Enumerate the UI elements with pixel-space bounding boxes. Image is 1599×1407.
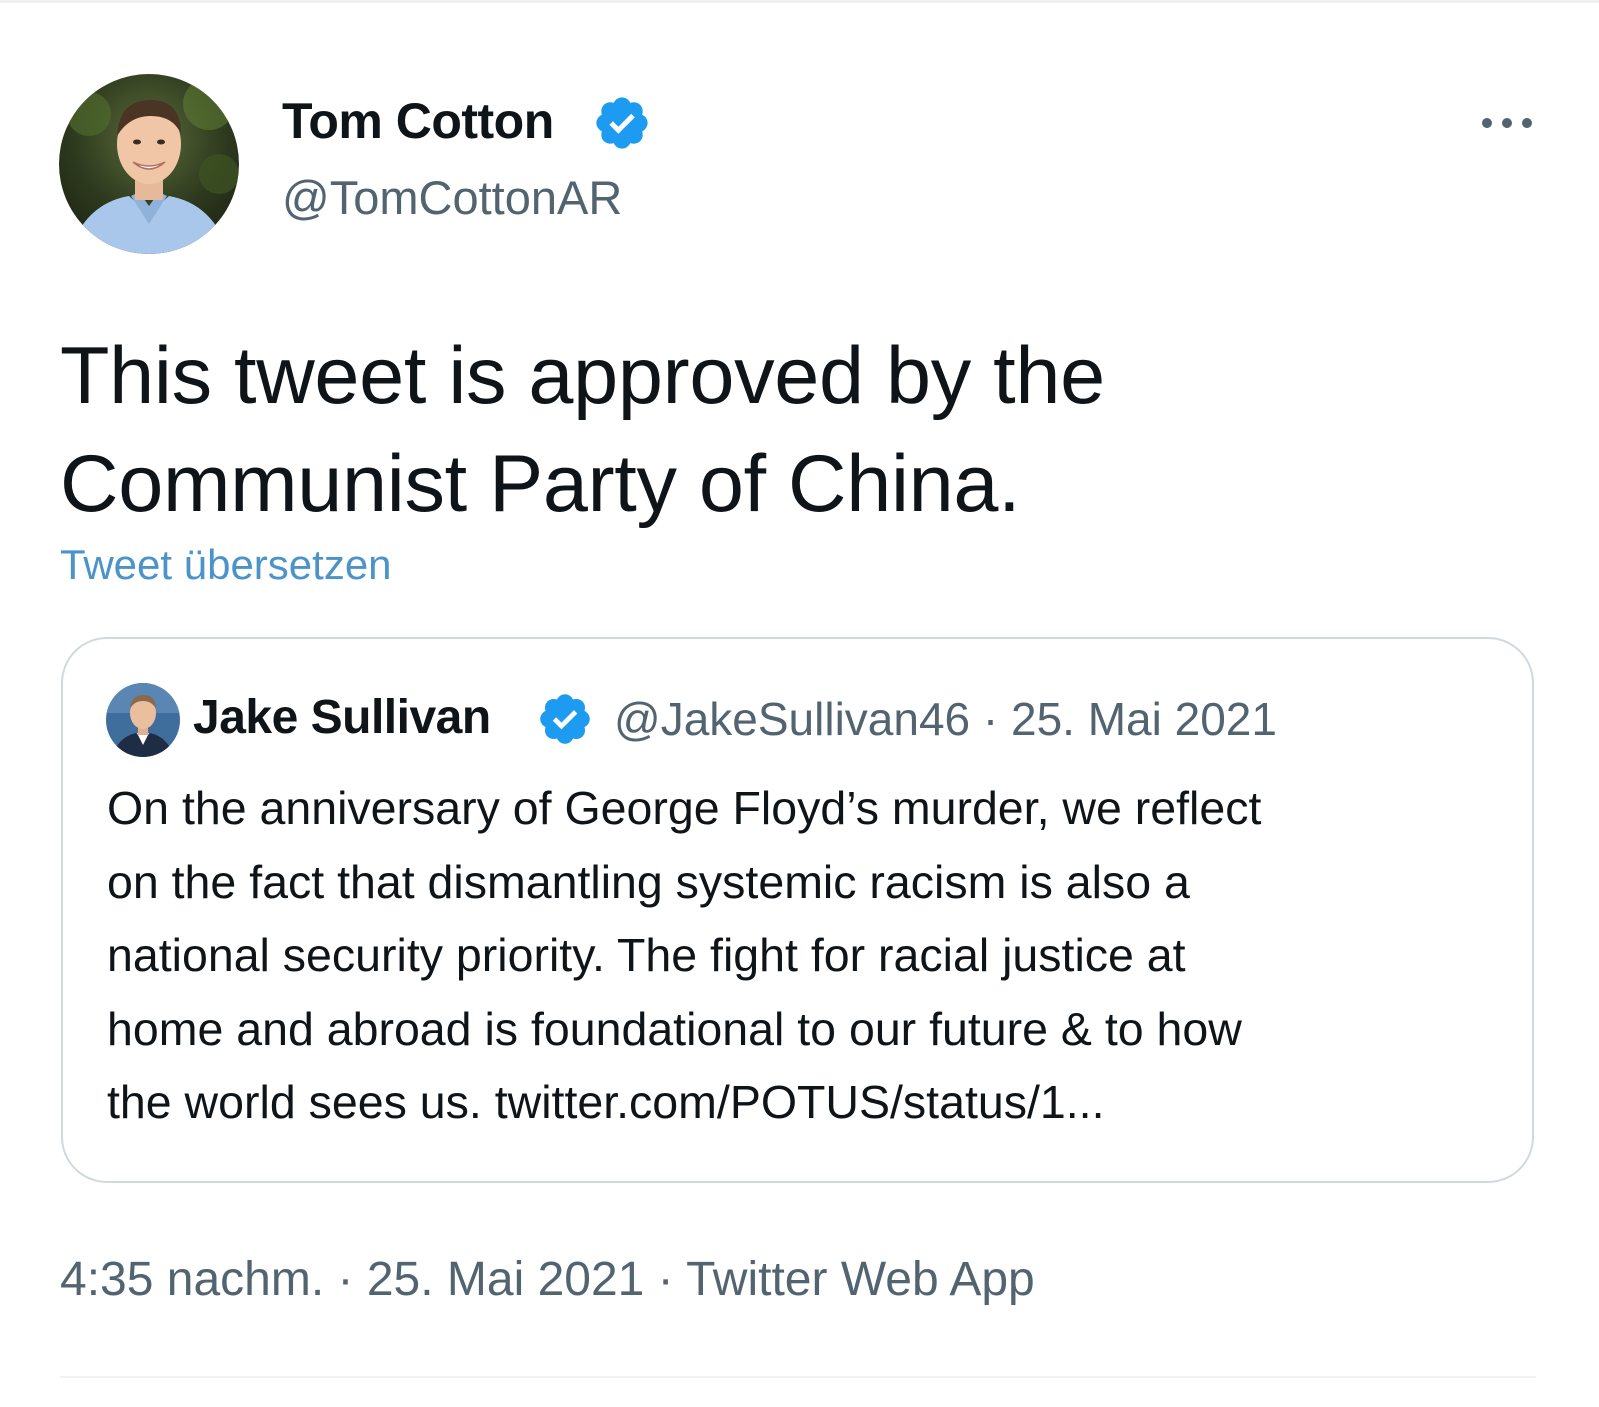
author-avatar[interactable]	[59, 74, 239, 254]
quoted-author-avatar[interactable]	[106, 683, 180, 757]
quoted-text-line: the world sees us. twitter.com/POTUS/sta…	[107, 1076, 1105, 1128]
tweet-text: This tweet is approved by the Communist …	[60, 322, 1460, 538]
top-edge	[0, 0, 1599, 3]
more-horizontal-icon[interactable]	[1478, 112, 1536, 134]
quoted-tweet-text: On the anniversary of George Floyd’s mur…	[107, 772, 1507, 1140]
author-handle[interactable]: @TomCottonAR	[282, 170, 622, 225]
translate-tweet-link[interactable]: Tweet übersetzen	[60, 541, 392, 589]
verified-badge-icon	[540, 694, 590, 744]
tweet-timestamp[interactable]: 4:35 nachm. · 25. Mai 2021 · Twitter Web…	[60, 1252, 1035, 1307]
quoted-author-name[interactable]: Jake Sullivan	[193, 690, 491, 745]
tweet-text-line: This tweet is approved by the	[60, 331, 1105, 421]
divider	[60, 1376, 1536, 1378]
quoted-text-line: on the fact that dismantling systemic ra…	[107, 855, 1190, 908]
verified-badge-icon	[596, 97, 648, 149]
quoted-text-line: national security priority. The fight fo…	[107, 929, 1186, 981]
author-name[interactable]: Tom Cotton	[282, 92, 554, 150]
quoted-text-line: On the anniversary of George Floyd’s mur…	[107, 782, 1262, 834]
quoted-text-line: home and abroad is foundational to our f…	[107, 1002, 1242, 1055]
tweet-text-line: Communist Party of China.	[60, 439, 1021, 529]
quoted-tweet-meta[interactable]: @JakeSullivan46 · 25. Mai 2021	[614, 692, 1277, 746]
